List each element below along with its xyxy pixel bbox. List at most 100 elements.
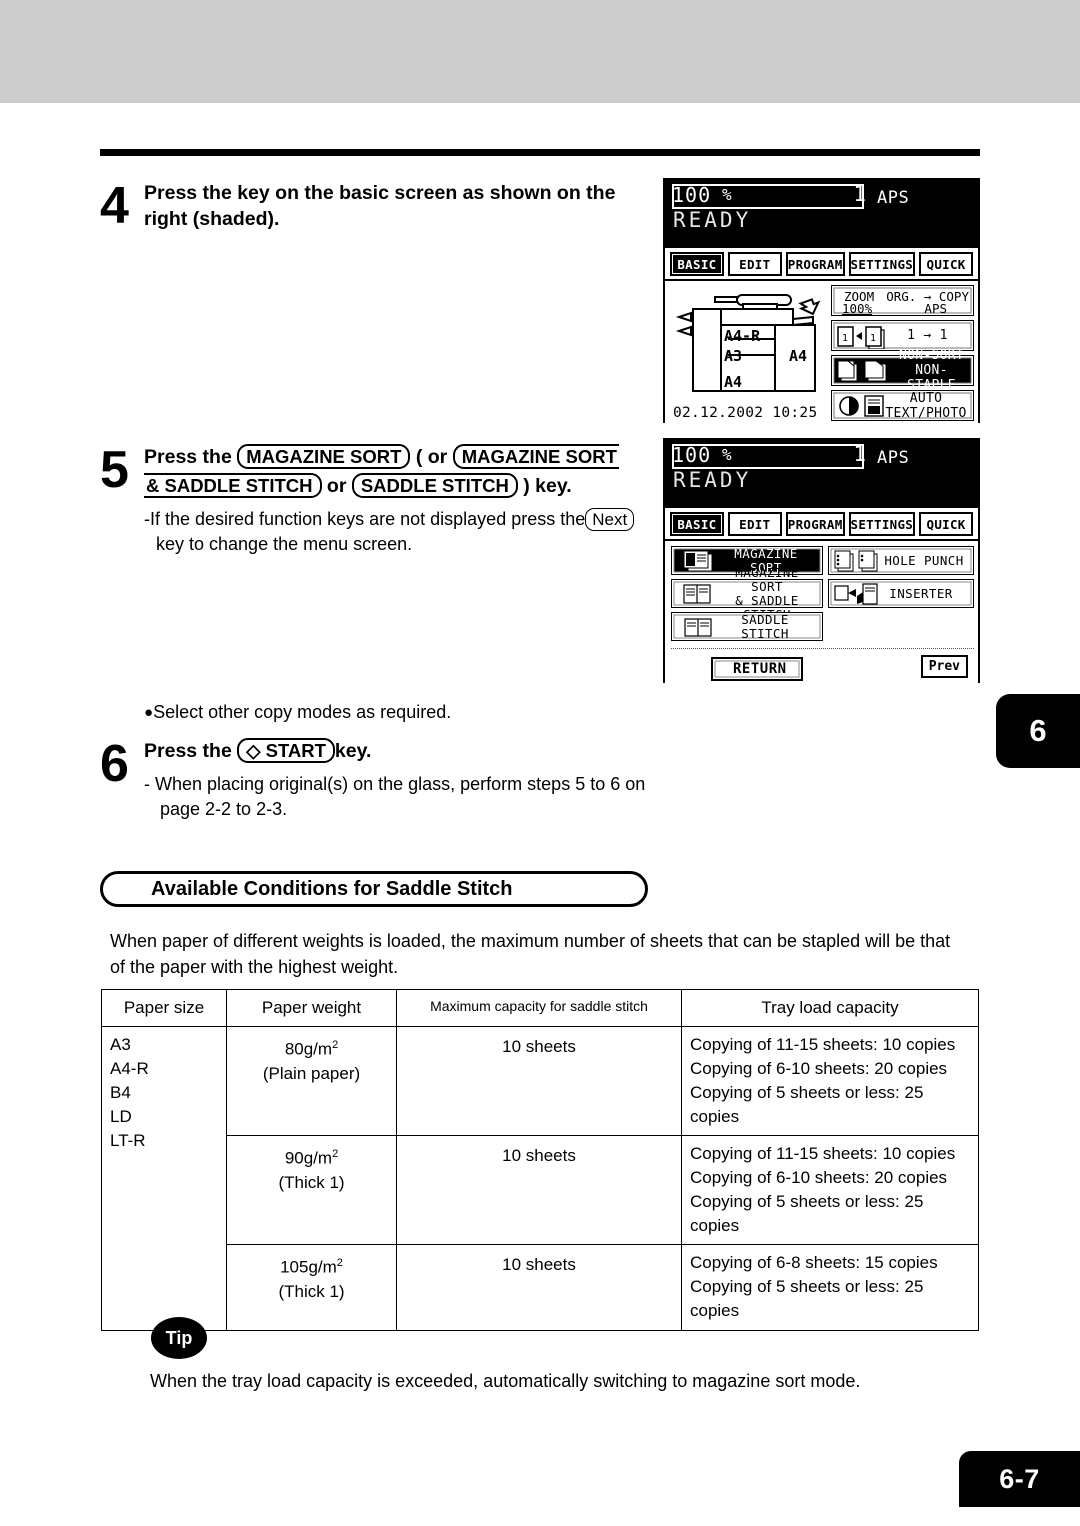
tab-program[interactable]: PROGRAM [785, 252, 845, 276]
original-mode-button[interactable]: AUTO TEXT/PHOTO [831, 390, 974, 421]
menu-inserter-button[interactable]: INSERTER [828, 579, 974, 608]
key-saddle-stitch: SADDLE STITCH [351, 473, 518, 498]
finishing-l1: NON-SORT [898, 348, 964, 363]
tab-basic[interactable]: BASIC [670, 252, 724, 276]
tab-quick[interactable]: QUICK [919, 252, 974, 276]
bullet-icon: ● [144, 704, 154, 721]
menu-hole-punch-button[interactable]: HOLE PUNCH [828, 546, 974, 575]
menu-magazine-sort-saddle-button[interactable]: MAGAZINE SORT & SADDLE STITCH [671, 565, 823, 621]
paper-source-label: APS [877, 188, 910, 208]
lcd-menu-tabbar: BASIC EDIT PROGRAM SETTINGS QUICK [665, 508, 978, 541]
original-mode-l1: AUTO [909, 390, 943, 406]
menu-divider [671, 648, 974, 649]
paper-size-list: A3 A4-R B4 LD LT-R [110, 1033, 218, 1153]
cell-tray-load: Copying of 6-8 sheets: 15 copies Copying… [681, 1244, 979, 1331]
finishing-button-text: NON-SORT NON-STAPLE [894, 348, 973, 393]
saddle-stitch-conditions-table: Paper size Paper weight Maximum capacity… [101, 989, 979, 1331]
tray-label-3: A4 [724, 373, 743, 391]
cell-max-capacity: 10 sheets [396, 1026, 682, 1136]
th-max-capacity: Maximum capacity for saddle stitch [396, 989, 682, 1027]
step-4-number: 4 [100, 177, 129, 235]
tip-text: When the tray load capacity is exceeded,… [150, 1371, 861, 1391]
tray-load-line: Copying of 6-8 sheets: 15 copies [690, 1253, 938, 1272]
step-5-headline-1: Press the MAGAZINE SORT ( or MAGAZINE SO… [144, 444, 660, 470]
tray-load-line: Copying of 11-15 sheets: 10 copies [690, 1035, 956, 1054]
finishing-l2: NON-STAPLE [907, 363, 956, 393]
table-header-row: Paper size Paper weight Maximum capacity… [101, 989, 979, 1027]
th-paper-weight: Paper weight [226, 989, 397, 1027]
tab-quick-2[interactable]: QUICK [919, 512, 974, 536]
menu-hole-punch-label: HOLE PUNCH [884, 552, 964, 568]
weight-type: (Thick 1) [278, 1281, 345, 1301]
menu-saddle-stitch-label: SADDLE STITCH [741, 611, 789, 641]
table-row: 105g/m2 (Thick 1) 10 sheets Copying of 6… [102, 1244, 979, 1331]
section-paragraph-line1: When paper of different weights is loade… [110, 931, 951, 951]
tab-edit[interactable]: EDIT [727, 252, 782, 276]
table-row: A3 A4-R B4 LD LT-R 80g/m2 (Plain paper) … [101, 1026, 979, 1331]
original-mode-l2: TEXT/PHOTO [885, 405, 967, 421]
tab-settings-2[interactable]: SETTINGS [848, 512, 916, 536]
copy-count-2: 1 [853, 442, 866, 466]
original-mode-text: AUTO TEXT/PHOTO [885, 391, 973, 421]
cell-paper-sizes: A3 A4-R B4 LD LT-R [101, 1026, 227, 1331]
status-text: READY [673, 208, 752, 232]
percent-sign-2: % [722, 445, 732, 464]
chapter-tab: 6 [996, 694, 1080, 768]
contrast-icon [839, 395, 859, 416]
step-4-line1: Press the key on the basic screen as sho… [144, 182, 616, 204]
tray-label-1: A4-R [724, 327, 761, 345]
key-magazine-sort: MAGAZINE SORT [237, 444, 411, 469]
paper-source-label-2: APS [877, 448, 910, 468]
lcd-basic-header: 100 % 1 APS READY [665, 180, 978, 248]
hole-punch-icon [834, 550, 878, 571]
step-6-note-a: - When placing original(s) on the glass,… [144, 774, 646, 794]
return-button[interactable]: RETURN [711, 657, 803, 681]
non-sort-icon [837, 360, 887, 381]
table-row: 90g/m2 (Thick 1) 10 sheets Copying of 11… [102, 1135, 979, 1245]
text-photo-icon [864, 394, 884, 417]
prev-button[interactable]: Prev [920, 655, 968, 678]
step-5-tail: ) key. [523, 475, 572, 497]
paper-size-item: A3 [110, 1035, 131, 1054]
tab-program-2[interactable]: PROGRAM [785, 512, 845, 536]
tray-load-line: Copying of 5 sheets or less: 25 copies [690, 1083, 924, 1126]
tray-load-line: Copying of 5 sheets or less: 25 copies [690, 1277, 924, 1320]
weight-value: 80g/m2 [284, 1039, 339, 1059]
duplex-button-text: 1 → 1 [907, 328, 948, 343]
cell-tray-load: Copying of 11-15 sheets: 10 copies Copyi… [681, 1135, 979, 1245]
step-4: 4 Press the key on the basic screen as s… [100, 180, 660, 232]
zoom-button-l2: 100% [842, 301, 873, 316]
weight-type: (Plain paper) [262, 1063, 361, 1083]
step-6-note-b: page 2-2 to 2-3. [160, 799, 288, 819]
cell-paper-weight: 105g/m2 (Thick 1) [226, 1244, 397, 1331]
menu-saddle-stitch-button[interactable]: SADDLE STITCH [671, 612, 823, 641]
zoom-button-r2: APS [924, 301, 947, 316]
lcd-datetime: 02.12.2002 10:25 [673, 405, 818, 421]
section-paragraph-line2: of the paper with the highest weight. [110, 957, 399, 977]
zoom-ratio-button[interactable]: ZOOM 100% ORG. → COPY APS [831, 285, 974, 316]
lcd-menu-body: MAGAZINE SORT MAGAZINE SORT & SADDLE STI… [665, 541, 978, 684]
key-next: Next [585, 508, 635, 531]
copy-count: 1 [853, 182, 866, 206]
th-paper-size: Paper size [101, 989, 227, 1027]
tab-settings[interactable]: SETTINGS [848, 252, 916, 276]
key-start: ◇ START [237, 738, 335, 763]
cell-max-capacity: 10 sheets [396, 1135, 682, 1245]
key-magazine-sort-saddle-a: MAGAZINE SORT [452, 444, 619, 469]
page-number-tab: 6-7 [959, 1451, 1080, 1507]
step-5-note-a: -If the desired function keys are not di… [144, 509, 586, 529]
cell-max-capacity: 10 sheets [396, 1244, 682, 1331]
step-5: 5 Press the MAGAZINE SORT ( or MAGAZINE … [100, 444, 660, 557]
duplex-button[interactable]: 1 1 1 → 1 [831, 320, 974, 351]
cell-paper-weight: 80g/m2 (Plain paper) [226, 1026, 397, 1136]
paper-size-item: A4-R [110, 1059, 149, 1078]
section-heading-text: Available Conditions for Saddle Stitch [151, 877, 513, 900]
step-5-note: -If the desired function keys are not di… [144, 507, 660, 532]
magazine-sort-saddle-stitch-icon [683, 583, 711, 604]
tab-edit-2[interactable]: EDIT [727, 512, 782, 536]
step-6-key-word: key. [334, 740, 372, 762]
tab-basic-2[interactable]: BASIC [670, 512, 724, 536]
section-paragraph: When paper of different weights is loade… [110, 928, 988, 980]
tip-badge-label: Tip [165, 1327, 193, 1348]
finishing-mode-button[interactable]: NON-SORT NON-STAPLE [831, 348, 974, 393]
